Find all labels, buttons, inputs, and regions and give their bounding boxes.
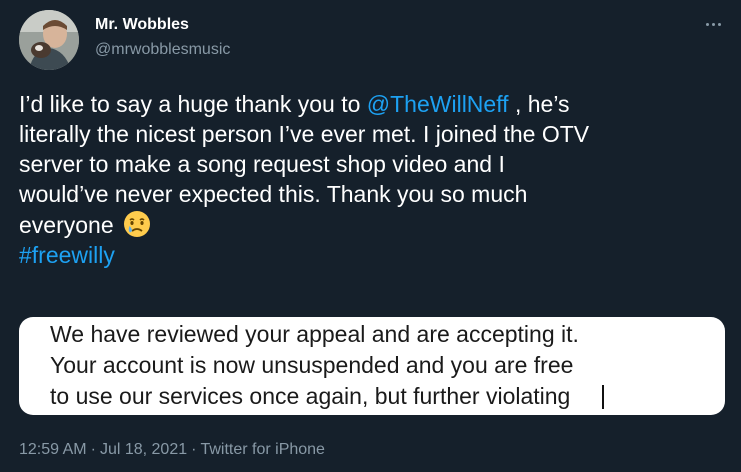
image-text-line: to use our services once again, but furt…	[50, 383, 571, 409]
hashtag-link[interactable]: #freewilly	[19, 242, 115, 268]
avatar-image	[19, 10, 79, 70]
tweet-text-segment: I’d like to say a huge thank you to	[19, 91, 367, 117]
tweet-metadata: 12:59 AM · Jul 18, 2021 · Twitter for iPhone	[19, 441, 325, 459]
tweet-text: I’d like to say a huge thank you to @The…	[19, 89, 719, 270]
image-text-line: Your account is now unsuspended and you …	[50, 352, 574, 378]
meta-separator: ·	[90, 441, 96, 458]
tweet-line-1: I’d like to say a huge thank you to @The…	[19, 89, 719, 119]
tweet-line-4: would’ve never expected this. Thank you …	[19, 181, 528, 207]
attached-image[interactable]: We have reviewed your appeal and are acc…	[19, 317, 725, 415]
author-handle[interactable]: @mrwobblesmusic	[95, 41, 230, 59]
tweet-line-2: literally the nicest person I’ve ever me…	[19, 121, 590, 147]
tweet-text-segment: , he’s	[508, 91, 570, 117]
tweet-source[interactable]: Twitter for iPhone	[200, 441, 325, 458]
crying-face-icon	[122, 209, 152, 239]
meta-separator: ·	[191, 441, 197, 458]
image-text-line: We have reviewed your appeal and are acc…	[50, 321, 579, 347]
text-cursor-mark	[602, 385, 604, 409]
tweet-line-5: everyone	[19, 209, 719, 240]
tweet-date[interactable]: Jul 18, 2021	[100, 441, 187, 458]
more-dots-icon	[705, 22, 709, 26]
more-dot	[717, 22, 721, 26]
tweet-line-6: #freewilly	[19, 240, 719, 270]
tweet-line-3: server to make a song request shop video…	[19, 151, 505, 177]
tweet: Mr. Wobbles @mrwobblesmusic I’d like to …	[0, 0, 741, 472]
avatar[interactable]	[19, 10, 79, 70]
more-dot	[711, 22, 715, 26]
tweet-time[interactable]: 12:59 AM	[19, 441, 87, 458]
more-options-button[interactable]	[699, 12, 727, 36]
author-display-name[interactable]: Mr. Wobbles	[95, 16, 189, 34]
tweet-text-segment: everyone	[19, 212, 114, 238]
mention-link[interactable]: @TheWillNeff	[367, 91, 509, 117]
attached-image-text: We have reviewed your appeal and are acc…	[50, 319, 710, 412]
